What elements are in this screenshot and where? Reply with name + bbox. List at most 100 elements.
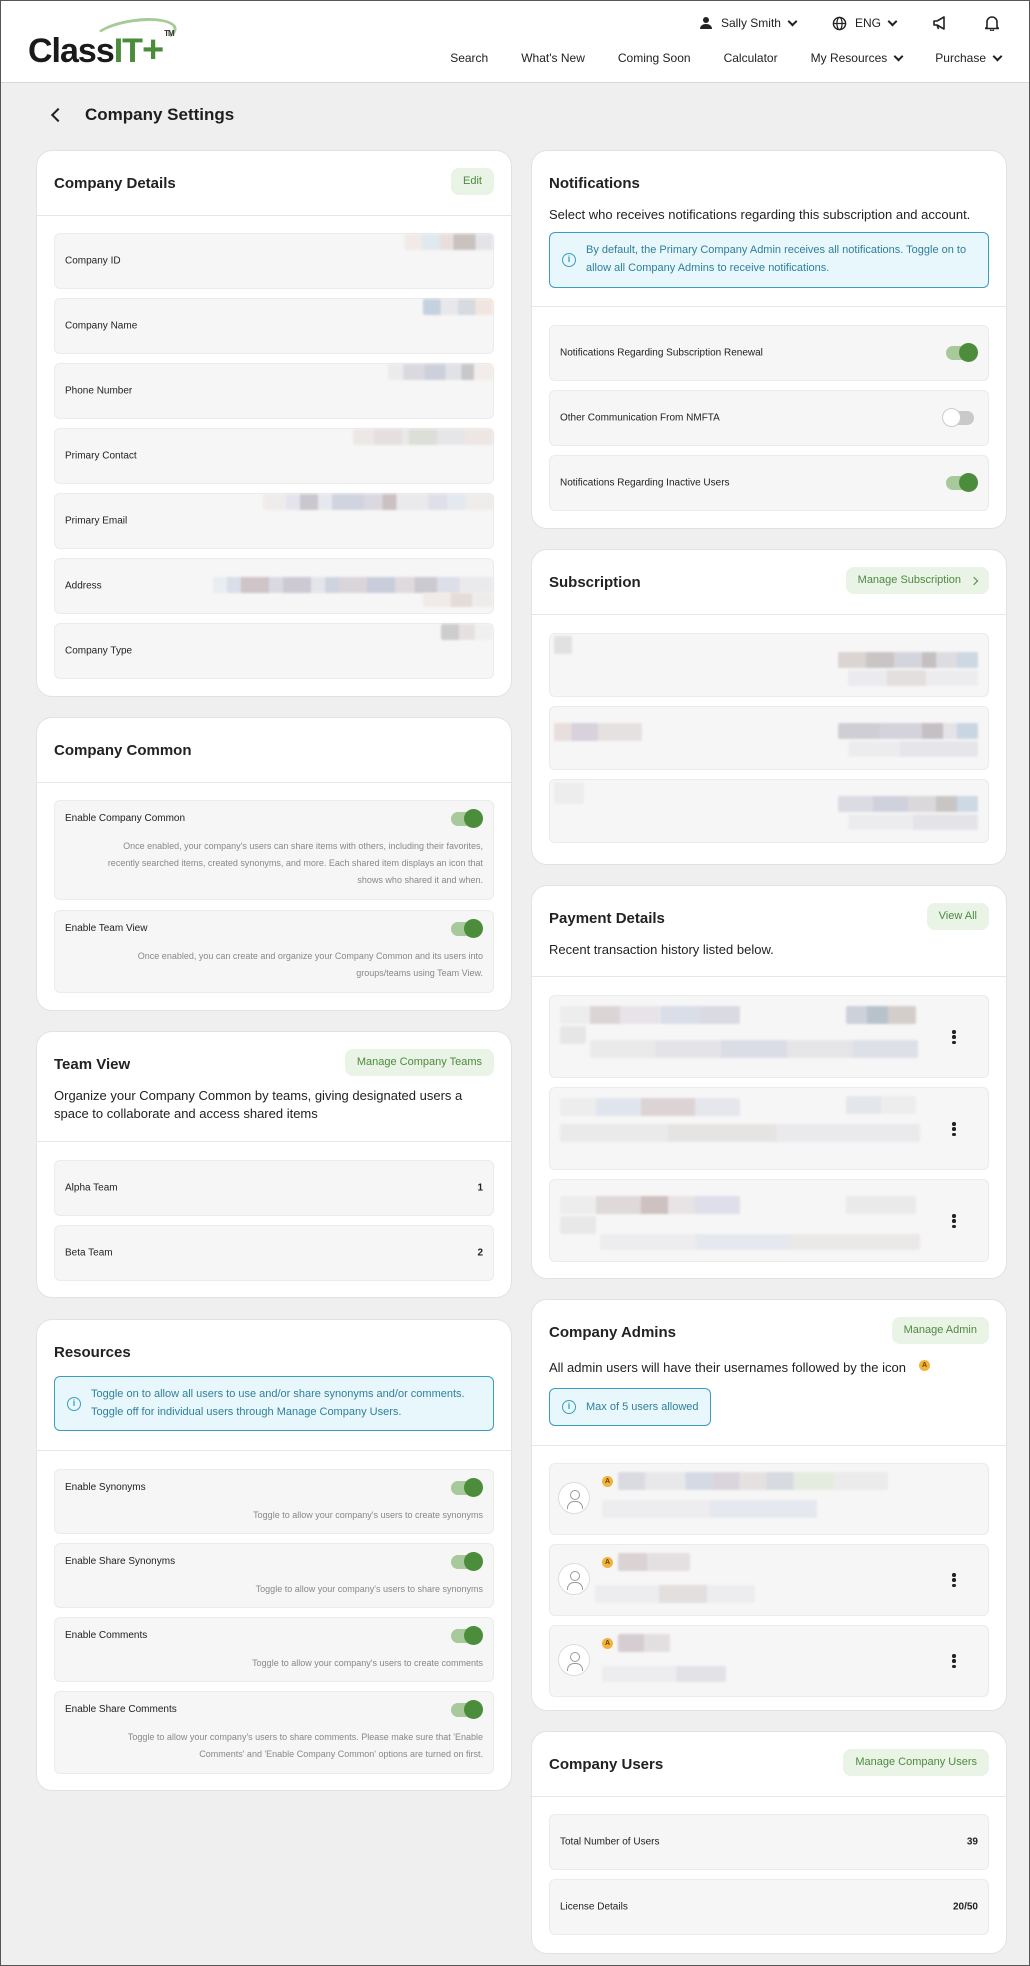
card-title: Company Admins	[549, 1324, 676, 1341]
main-nav: Search What's New Coming Soon Calculator…	[450, 51, 1003, 65]
nav-purchase[interactable]: Purchase	[935, 51, 1003, 65]
page-title: Company Settings	[85, 105, 235, 124]
language-menu[interactable]: ENG	[832, 16, 898, 31]
info-icon: i	[562, 1400, 576, 1414]
admin-row: A	[549, 1544, 989, 1616]
manage-company-users-button[interactable]: Manage Company Users	[843, 1749, 989, 1776]
company-details-card: Company Details Edit Company ID Company …	[36, 150, 512, 697]
chevron-right-icon	[969, 576, 979, 585]
manage-subscription-button[interactable]: Manage Subscription	[845, 567, 989, 594]
more-options-icon[interactable]	[952, 1573, 956, 1587]
info-icon: i	[67, 1397, 81, 1411]
divider	[37, 782, 511, 783]
more-options-icon[interactable]	[952, 1214, 956, 1228]
users-row-total: Total Number of Users 39	[549, 1814, 989, 1870]
logo[interactable]: ClassIT+TM	[28, 29, 175, 72]
redacted-value	[441, 624, 493, 640]
resources-card: Resources i Toggle on to allow all users…	[36, 1319, 512, 1791]
comments-toggle[interactable]	[451, 1626, 483, 1645]
admin-badge-icon: A	[602, 1476, 613, 1487]
divider	[37, 1450, 511, 1451]
nav-whats-new[interactable]: What's New	[521, 51, 585, 65]
avatar	[558, 1563, 590, 1595]
avatar	[558, 1644, 590, 1676]
share-synonyms-toggle[interactable]	[451, 1552, 483, 1571]
manage-admin-button[interactable]: Manage Admin	[891, 1317, 989, 1344]
nav-search[interactable]: Search	[450, 51, 488, 65]
card-title: Team View	[54, 1056, 131, 1073]
notifications-info-box: i By default, the Primary Company Admin …	[549, 232, 989, 288]
redacted-value	[263, 494, 493, 510]
divider	[532, 976, 1006, 977]
team-row[interactable]: Beta Team 2	[54, 1225, 494, 1281]
nav-calculator[interactable]: Calculator	[724, 51, 778, 65]
user-icon	[699, 17, 712, 29]
notification-row: Other Communication From NMFTA	[549, 390, 989, 446]
transaction-row	[549, 1179, 989, 1262]
notification-row: Notifications Regarding Subscription Ren…	[549, 325, 989, 381]
synonyms-toggle[interactable]	[451, 1478, 483, 1497]
company-common-toggle[interactable]	[451, 809, 483, 828]
max-admins-note: i Max of 5 users allowed	[549, 1388, 711, 1426]
subscription-row	[549, 633, 989, 697]
setting-row-team-view: Enable Team View Once enabled, you can c…	[54, 910, 494, 993]
card-title: Company Common	[54, 742, 192, 759]
user-menu[interactable]: Sally Smith	[699, 16, 798, 30]
card-subtitle: Organize your Company Common by teams, g…	[54, 1088, 463, 1121]
team-row[interactable]: Alpha Team 1	[54, 1160, 494, 1216]
redacted-value	[423, 593, 493, 607]
edit-button[interactable]: Edit	[451, 168, 494, 195]
redacted-value	[213, 577, 493, 593]
detail-row-phone: Phone Number	[54, 363, 494, 419]
company-users-card: Company Users Manage Company Users Total…	[531, 1731, 1007, 1954]
notifications-card: Notifications Select who receives notifi…	[531, 150, 1007, 529]
setting-row-comments: Enable Comments Toggle to allow your com…	[54, 1617, 494, 1682]
announcements-button[interactable]	[932, 15, 949, 31]
card-title: Subscription	[549, 574, 641, 591]
inactive-users-toggle[interactable]	[946, 473, 978, 492]
nmfta-communication-toggle[interactable]	[942, 408, 974, 427]
divider	[37, 1141, 511, 1142]
view-all-button[interactable]: View All	[926, 903, 989, 930]
card-subtitle: All admin users will have their username…	[549, 1360, 906, 1375]
redacted-value	[405, 234, 493, 250]
detail-row-company-id: Company ID	[54, 233, 494, 289]
company-admins-card: Company Admins Manage Admin All admin us…	[531, 1299, 1007, 1711]
bell-icon	[985, 16, 999, 31]
nav-coming-soon[interactable]: Coming Soon	[618, 51, 691, 65]
chevron-down-icon	[992, 51, 1003, 61]
notifications-button[interactable]	[985, 15, 999, 31]
nav-my-resources[interactable]: My Resources	[811, 51, 904, 65]
share-comments-toggle[interactable]	[451, 1700, 483, 1719]
setting-row-share-synonyms: Enable Share Synonyms Toggle to allow yo…	[54, 1543, 494, 1608]
team-view-toggle[interactable]	[451, 919, 483, 938]
more-options-icon[interactable]	[952, 1654, 956, 1668]
subscription-renewal-toggle[interactable]	[946, 343, 978, 362]
manage-company-teams-button[interactable]: Manage Company Teams	[344, 1049, 494, 1076]
team-view-card: Team View Manage Company Teams Organize …	[36, 1031, 512, 1298]
avatar	[558, 1482, 590, 1514]
language-label: ENG	[854, 16, 881, 30]
company-common-card: Company Common Enable Company Common Onc…	[36, 717, 512, 1011]
resources-info-box: i Toggle on to allow all users to use an…	[54, 1376, 494, 1431]
more-options-icon[interactable]	[952, 1030, 956, 1044]
redacted-value	[353, 429, 493, 445]
transaction-row	[549, 995, 989, 1078]
chevron-down-icon	[893, 51, 904, 61]
card-subtitle: Recent transaction history listed below.	[549, 942, 774, 957]
back-arrow-icon[interactable]	[50, 107, 66, 123]
detail-row-primary-email: Primary Email	[54, 493, 494, 549]
subscription-row	[549, 706, 989, 770]
admin-badge-icon: A	[919, 1360, 930, 1371]
page-header: Company Settings	[50, 105, 235, 125]
divider	[532, 1796, 1006, 1797]
detail-row-company-name: Company Name	[54, 298, 494, 354]
admin-badge-icon: A	[602, 1557, 613, 1568]
divider	[532, 306, 1006, 307]
transaction-row	[549, 1087, 989, 1170]
setting-row-synonyms: Enable Synonyms Toggle to allow your com…	[54, 1469, 494, 1534]
chevron-down-icon	[887, 16, 898, 26]
more-options-icon[interactable]	[952, 1122, 956, 1136]
header: ClassIT+TM Sally Smith ENG Search What's…	[1, 1, 1029, 83]
detail-row-primary-contact: Primary Contact	[54, 428, 494, 484]
